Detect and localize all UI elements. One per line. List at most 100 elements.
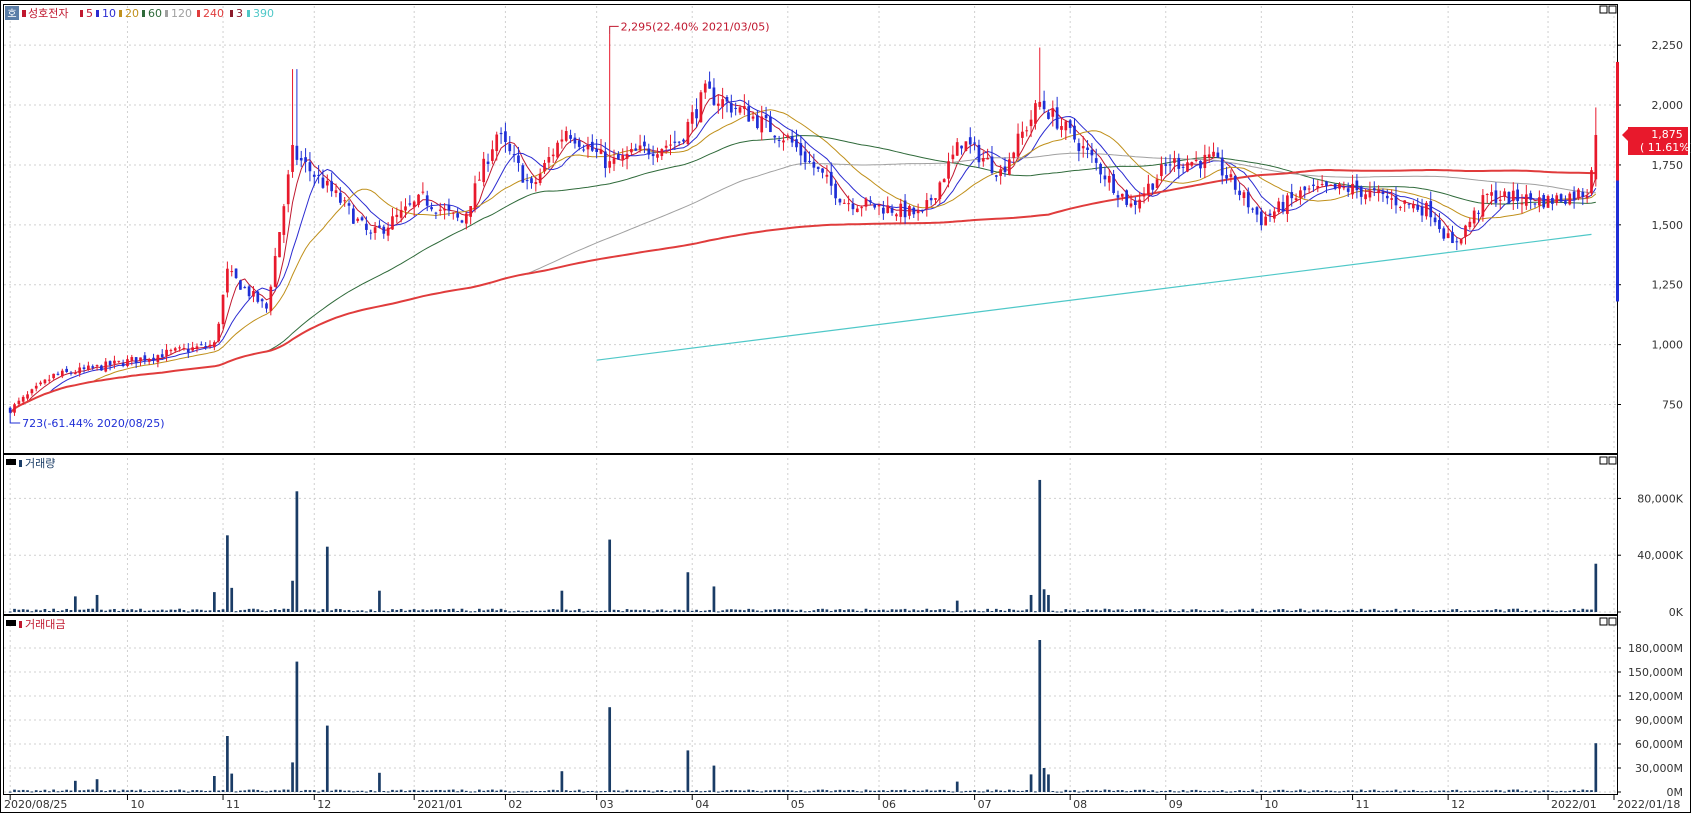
bar[interactable] xyxy=(299,790,303,792)
bar[interactable] xyxy=(773,789,777,792)
bar[interactable] xyxy=(1003,610,1007,612)
bar[interactable] xyxy=(1281,789,1285,792)
bar[interactable] xyxy=(308,790,312,792)
bar[interactable] xyxy=(1398,611,1402,613)
bar[interactable] xyxy=(686,750,690,792)
candle[interactable] xyxy=(1016,133,1020,157)
bar[interactable] xyxy=(682,790,685,792)
bar[interactable] xyxy=(434,609,438,612)
bar[interactable] xyxy=(1068,610,1072,612)
candle[interactable] xyxy=(1077,143,1081,152)
bar[interactable] xyxy=(373,611,377,613)
bar[interactable] xyxy=(1299,608,1302,612)
bar[interactable] xyxy=(1312,609,1315,612)
candle[interactable] xyxy=(1107,175,1111,183)
bar[interactable] xyxy=(1555,611,1559,613)
candle[interactable] xyxy=(443,208,446,211)
bar[interactable] xyxy=(1403,790,1407,792)
bar[interactable] xyxy=(851,790,855,792)
bar[interactable] xyxy=(1572,609,1576,612)
window-control-icon[interactable] xyxy=(1599,617,1608,626)
candle[interactable] xyxy=(1477,212,1480,214)
bar[interactable] xyxy=(829,791,833,793)
bar[interactable] xyxy=(1516,789,1519,792)
bar[interactable] xyxy=(799,790,803,792)
bar[interactable] xyxy=(1355,791,1359,793)
bar[interactable] xyxy=(1329,790,1333,792)
candle[interactable] xyxy=(916,210,920,214)
bar[interactable] xyxy=(156,790,160,792)
bar[interactable] xyxy=(143,610,147,612)
candle[interactable] xyxy=(121,363,125,367)
candle[interactable] xyxy=(1572,191,1576,200)
bar[interactable] xyxy=(1429,610,1433,612)
bar[interactable] xyxy=(1203,791,1207,793)
bar[interactable] xyxy=(321,609,325,612)
candle[interactable] xyxy=(178,347,181,349)
bar[interactable] xyxy=(751,609,755,612)
bar[interactable] xyxy=(173,609,177,612)
bar[interactable] xyxy=(729,789,733,792)
bar[interactable] xyxy=(1238,609,1241,612)
candle[interactable] xyxy=(1425,202,1428,217)
bar[interactable] xyxy=(1568,610,1572,612)
bar[interactable] xyxy=(1190,609,1194,612)
bar[interactable] xyxy=(608,539,612,612)
bar[interactable] xyxy=(812,790,816,792)
bar[interactable] xyxy=(1246,610,1250,612)
bar[interactable] xyxy=(803,791,807,793)
candle[interactable] xyxy=(386,227,390,236)
candle[interactable] xyxy=(1312,184,1315,187)
candle[interactable] xyxy=(113,360,116,364)
candle[interactable] xyxy=(30,389,34,394)
candle[interactable] xyxy=(425,195,429,206)
bar[interactable] xyxy=(321,789,325,792)
bar[interactable] xyxy=(1564,791,1567,793)
bar[interactable] xyxy=(456,610,459,612)
candle[interactable] xyxy=(369,232,373,234)
bar[interactable] xyxy=(430,609,433,612)
bar[interactable] xyxy=(751,790,755,792)
bar[interactable] xyxy=(590,790,594,792)
bar[interactable] xyxy=(603,791,607,793)
candle[interactable] xyxy=(69,372,73,374)
candle[interactable] xyxy=(1403,200,1407,204)
candle[interactable] xyxy=(347,203,351,206)
bar[interactable] xyxy=(821,608,824,612)
candle[interactable] xyxy=(612,158,616,164)
bar[interactable] xyxy=(1220,609,1224,612)
candle[interactable] xyxy=(234,268,238,279)
bar[interactable] xyxy=(621,611,625,613)
bar[interactable] xyxy=(634,790,638,792)
candle[interactable] xyxy=(899,203,903,217)
bar[interactable] xyxy=(147,790,151,792)
candle[interactable] xyxy=(1021,131,1024,138)
bar[interactable] xyxy=(916,790,920,792)
bar[interactable] xyxy=(551,609,555,612)
bar[interactable] xyxy=(338,609,342,612)
bar[interactable] xyxy=(386,791,390,793)
bar[interactable] xyxy=(1008,789,1011,792)
bar[interactable] xyxy=(1355,611,1359,613)
bar[interactable] xyxy=(795,791,798,793)
candle[interactable] xyxy=(360,217,364,221)
bar[interactable] xyxy=(69,790,73,792)
candle[interactable] xyxy=(938,182,942,200)
bar[interactable] xyxy=(425,790,429,792)
bar[interactable] xyxy=(1577,610,1580,612)
candle[interactable] xyxy=(130,357,134,361)
bar[interactable] xyxy=(399,789,403,792)
bar[interactable] xyxy=(847,789,850,792)
candle[interactable] xyxy=(117,360,121,362)
bar[interactable] xyxy=(882,609,885,612)
bar[interactable] xyxy=(464,790,468,792)
candle[interactable] xyxy=(39,382,42,385)
candle[interactable] xyxy=(738,107,742,113)
candle[interactable] xyxy=(199,344,203,346)
bar[interactable] xyxy=(743,610,746,612)
bar[interactable] xyxy=(534,610,538,612)
candle[interactable] xyxy=(1381,191,1385,195)
bar[interactable] xyxy=(973,609,976,612)
bar[interactable] xyxy=(386,611,390,613)
bar[interactable] xyxy=(1468,790,1472,792)
